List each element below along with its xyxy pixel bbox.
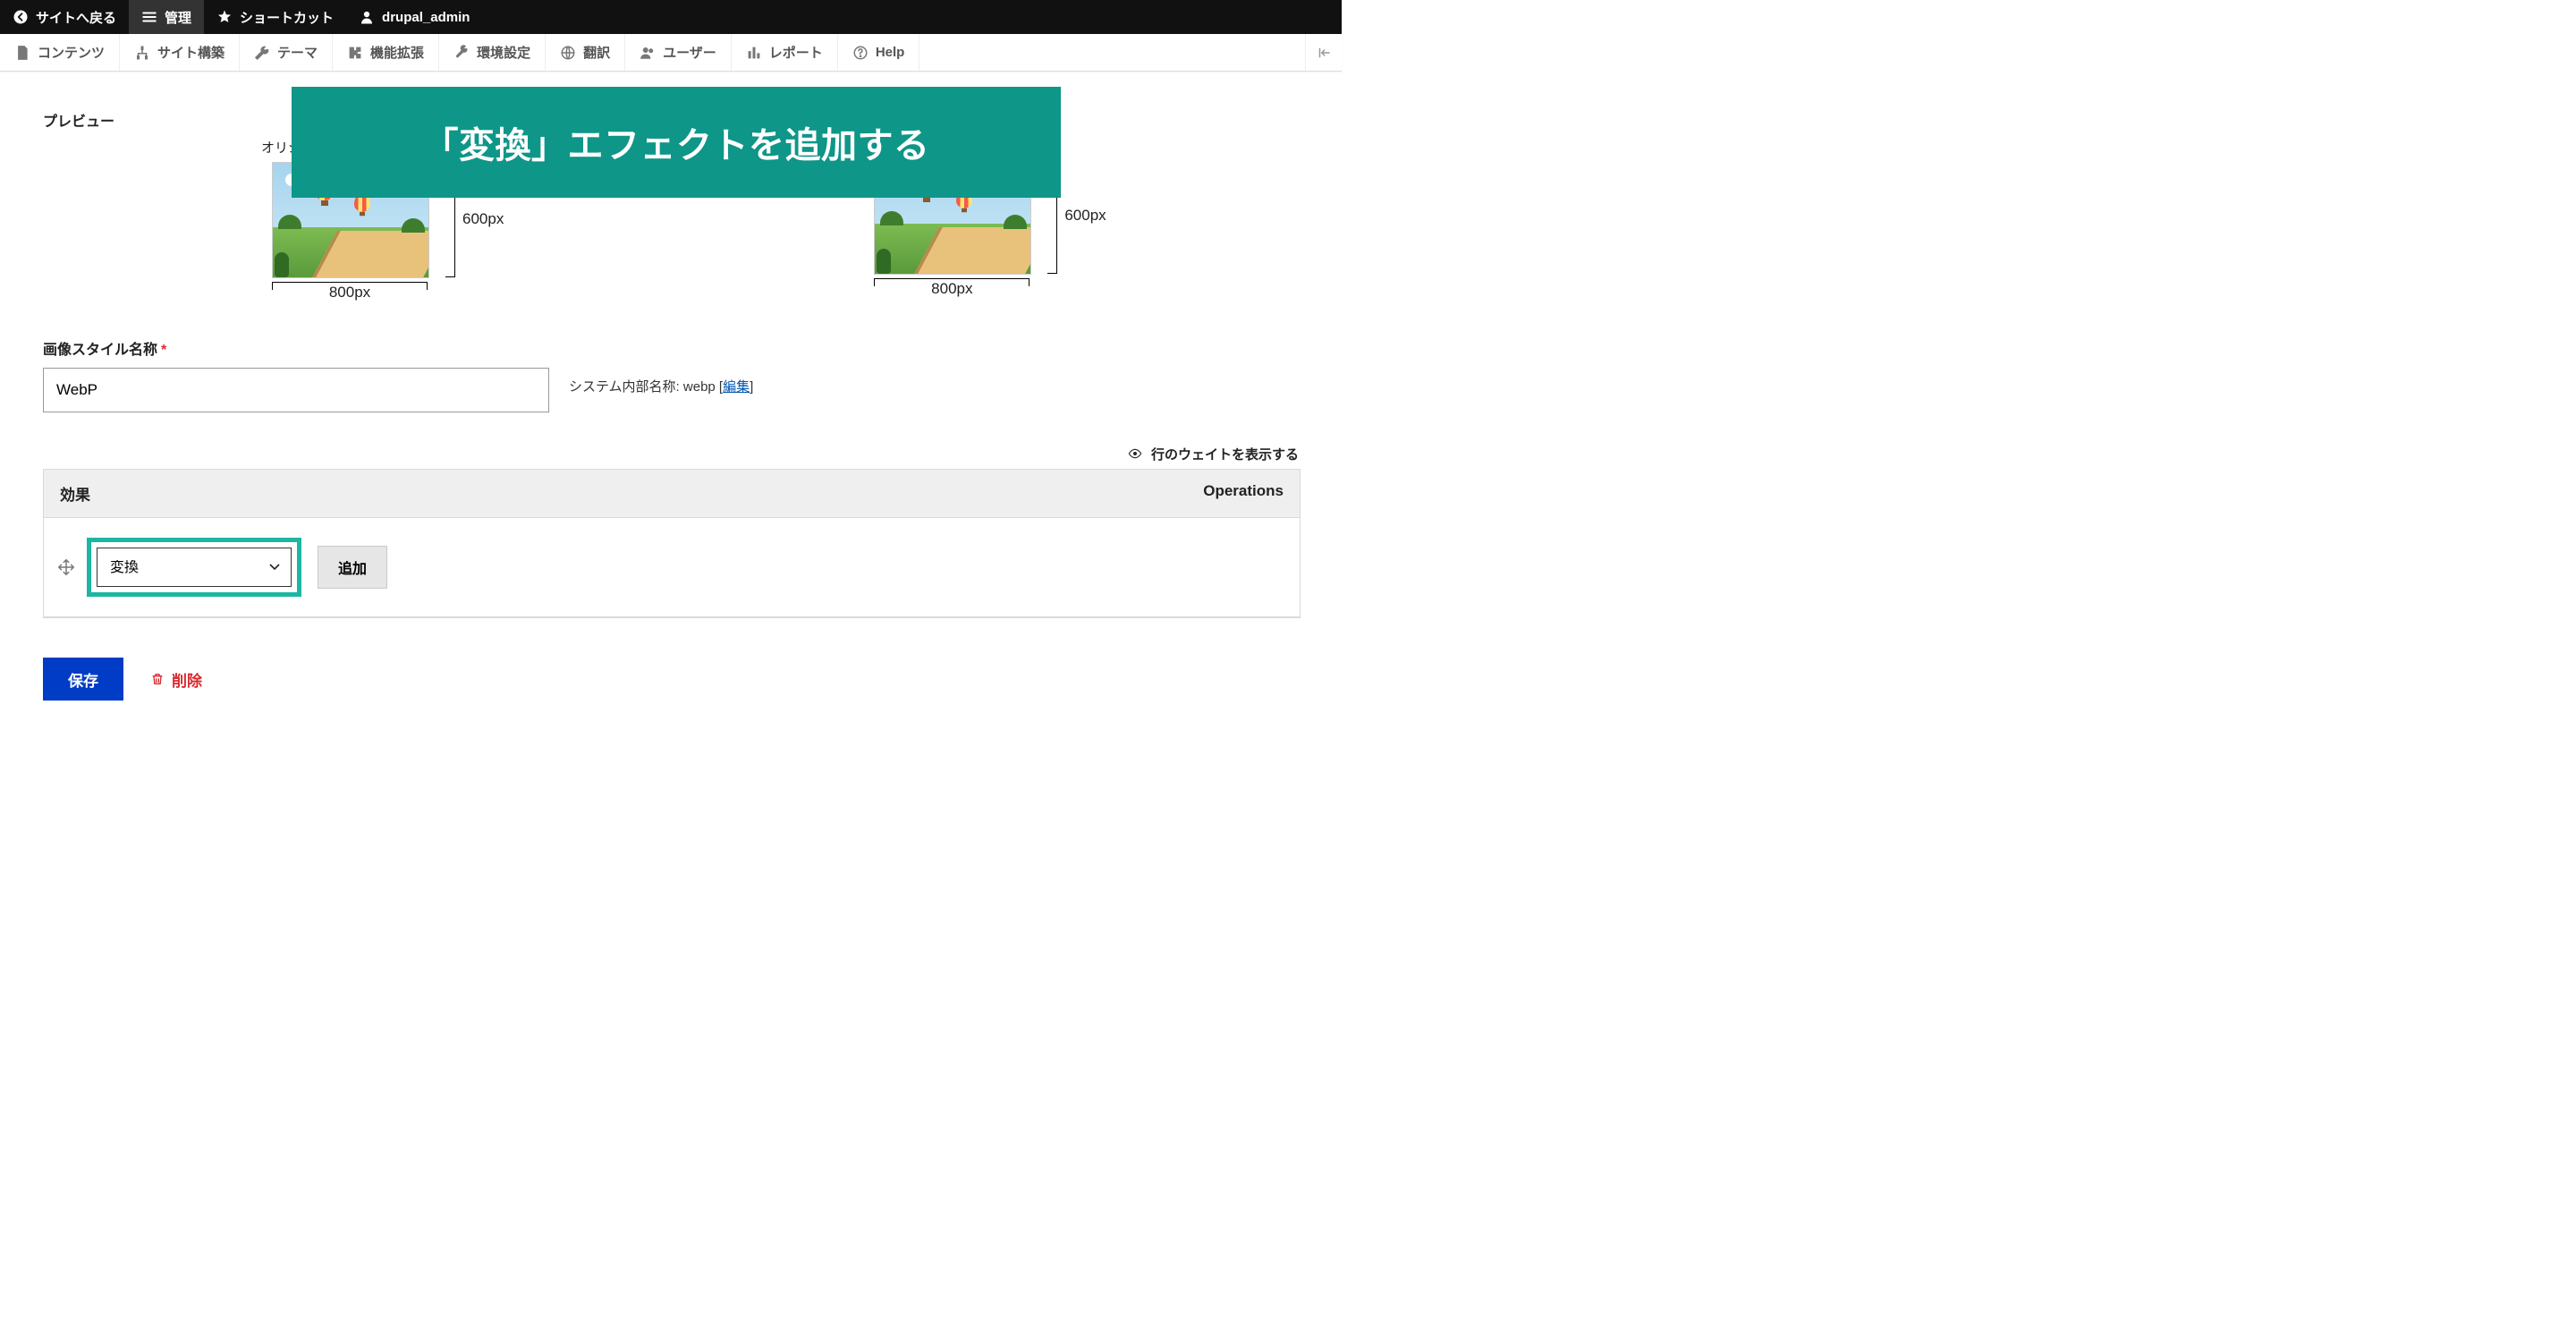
back-to-site-button[interactable]: サイトへ戻る — [0, 0, 129, 34]
admin-item-translate[interactable]: 翻訳 — [546, 34, 625, 71]
users-icon — [640, 45, 656, 61]
admin-item-label: 翻訳 — [583, 43, 610, 62]
admin-item-label: サイト構築 — [157, 43, 225, 62]
admin-collapse-button[interactable] — [1305, 34, 1342, 71]
admin-item-reports[interactable]: レポート — [732, 34, 838, 71]
machine-name-text: システム内部名称: webp [編集] — [569, 377, 753, 395]
bar-chart-icon — [746, 45, 762, 61]
admin-item-content[interactable]: コンテンツ — [0, 34, 120, 71]
help-icon — [852, 45, 869, 61]
admin-item-configuration[interactable]: 環境設定 — [439, 34, 546, 71]
admin-item-label: テーマ — [277, 43, 318, 62]
wrench-icon — [254, 45, 270, 61]
spanner-icon — [453, 45, 470, 61]
puzzle-icon — [347, 45, 363, 61]
style-name-label: 画像スタイル名称* — [43, 337, 1299, 359]
effects-table: 効果 Operations 変換 追加 — [43, 469, 1301, 618]
eye-icon — [1128, 447, 1142, 463]
admin-item-label: Help — [876, 45, 905, 60]
table-header-effect: 効果 — [60, 482, 1203, 505]
admin-item-people[interactable]: ユーザー — [625, 34, 732, 71]
table-header-operations: Operations — [1203, 482, 1284, 505]
admin-item-label: 環境設定 — [477, 43, 530, 62]
admin-item-label: 機能拡張 — [370, 43, 424, 62]
shortcuts-label: ショートカット — [240, 8, 334, 27]
add-effect-button[interactable]: 追加 — [318, 546, 387, 589]
user-label: drupal_admin — [382, 10, 470, 25]
chevron-left-circle-icon — [13, 9, 29, 25]
preview-styled-height: 600px — [1064, 207, 1106, 225]
manage-button[interactable]: 管理 — [129, 0, 204, 34]
admin-item-label: レポート — [769, 43, 823, 62]
effect-select[interactable]: 変換 — [97, 548, 292, 587]
admin-item-structure[interactable]: サイト構築 — [120, 34, 240, 71]
admin-item-label: ユーザー — [663, 43, 716, 62]
shortcuts-button[interactable]: ショートカット — [204, 0, 346, 34]
preview-styled-width: 800px — [931, 280, 972, 298]
hamburger-icon — [141, 9, 157, 25]
admin-toolbar: コンテンツ サイト構築 テーマ 機能拡張 環境設定 翻訳 ユーザー レポート — [0, 34, 1342, 72]
admin-item-help[interactable]: Help — [838, 34, 920, 71]
style-name-input[interactable] — [43, 368, 549, 412]
document-icon — [14, 45, 30, 61]
delete-label: 削除 — [172, 668, 202, 691]
instruction-banner: 「変換」エフェクトを追加する — [292, 87, 1061, 198]
back-to-site-label: サイトへ戻る — [36, 8, 116, 27]
delete-link[interactable]: 削除 — [150, 668, 202, 691]
user-icon — [359, 9, 375, 25]
instruction-banner-text: 「変換」エフェクトを追加する — [423, 116, 930, 168]
sitemap-icon — [134, 45, 150, 61]
trash-icon — [150, 671, 165, 687]
manage-label: 管理 — [165, 8, 191, 27]
collapse-left-icon — [1316, 45, 1332, 61]
user-menu-button[interactable]: drupal_admin — [346, 0, 482, 34]
table-row: 変換 追加 — [44, 518, 1300, 617]
admin-item-appearance[interactable]: テーマ — [240, 34, 333, 71]
show-row-weights-link[interactable]: 行のウェイトを表示する — [1151, 447, 1299, 463]
machine-name-edit-link[interactable]: 編集 — [723, 379, 750, 395]
admin-item-label: コンテンツ — [38, 43, 105, 62]
admin-item-extend[interactable]: 機能拡張 — [333, 34, 439, 71]
preview-original-width: 800px — [329, 284, 370, 302]
preview-original-height: 600px — [462, 210, 504, 228]
globe-icon — [560, 45, 576, 61]
drag-handle-icon[interactable] — [56, 557, 76, 577]
save-button[interactable]: 保存 — [43, 658, 123, 701]
topbar: サイトへ戻る 管理 ショートカット drupal_admin — [0, 0, 1342, 34]
star-icon — [216, 9, 233, 25]
required-mark: * — [161, 343, 166, 358]
